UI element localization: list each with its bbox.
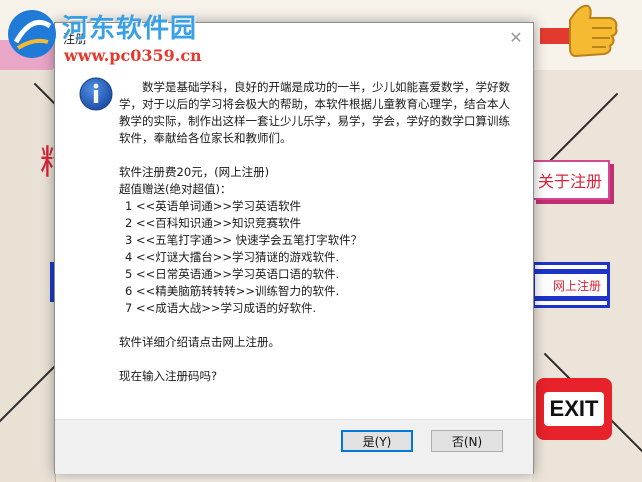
about-register-button[interactable]: 关于注册 xyxy=(532,160,610,200)
price-text: 软件注册费20元，(网上注册) xyxy=(119,165,270,179)
list-item: 6 <<精美脑筋转转转>>训练智力的软件. xyxy=(125,284,340,298)
thumbs-up-icon xyxy=(540,4,618,58)
exit-label: EXIT xyxy=(543,392,605,426)
background-left-panel xyxy=(0,70,56,482)
exit-button[interactable]: EXIT xyxy=(536,378,612,440)
list-item: 3 <<五笔打字通>> 快速学会五笔打字软件？ xyxy=(125,233,363,247)
list-item: 7 <<成语大战>>学习成语的好软件. xyxy=(125,301,317,315)
question-text: 现在输入注册码吗? xyxy=(119,369,218,383)
close-icon[interactable]: ✕ xyxy=(505,27,527,49)
list-item: 2 <<百科知识通>>知识竞赛软件 xyxy=(125,216,302,230)
no-button[interactable]: 否(N) xyxy=(431,430,503,452)
bonus-heading: 超值赠送(绝对超值)： xyxy=(119,182,232,196)
online-register-button[interactable]: 网上注册 xyxy=(532,262,610,308)
watermark-site-name: 河东软件园 xyxy=(62,14,198,44)
yes-button[interactable]: 是(Y) xyxy=(341,430,413,452)
info-icon xyxy=(79,77,113,111)
list-item: 4 <<灯谜大擂台>>学习猜谜的游戏软件. xyxy=(125,250,340,264)
watermark-url: www.pc0359.cn xyxy=(64,46,202,65)
online-register-label: 网上注册 xyxy=(552,278,601,293)
watermark-logo-icon xyxy=(8,10,56,58)
dialog-footer: 是(Y) 否(N) xyxy=(55,419,533,474)
gift-list: 1 <<英语单词通>>学习英语软件 2 <<百科知识通>>知识竞赛软件 3 <<… xyxy=(119,198,511,317)
about-register-label: 关于注册 xyxy=(537,172,602,191)
intro-paragraph: 数学是基础学科，良好的开端是成功的一半，少儿如能喜爱数学，学好数学，对于以后的学… xyxy=(119,80,510,145)
dialog-message: 数学是基础学科，良好的开端是成功的一半，少儿如能喜爱数学，学好数学，对于以后的学… xyxy=(119,79,511,385)
list-item: 5 <<日常英语通>>学习英语口语的软件. xyxy=(125,267,340,281)
list-item: 1 <<英语单词通>>学习英语软件 xyxy=(125,199,302,213)
details-text: 软件详细介绍请点击网上注册。 xyxy=(119,335,280,349)
dialog-content: 数学是基础学科，良好的开端是成功的一半，少儿如能喜爱数学，学好数学，对于以后的学… xyxy=(55,53,533,419)
register-dialog: 注册 ✕ 数学是基础学科，良好的开端是成功的一半，少儿如能喜爱数学，学好数学，对… xyxy=(54,22,534,474)
